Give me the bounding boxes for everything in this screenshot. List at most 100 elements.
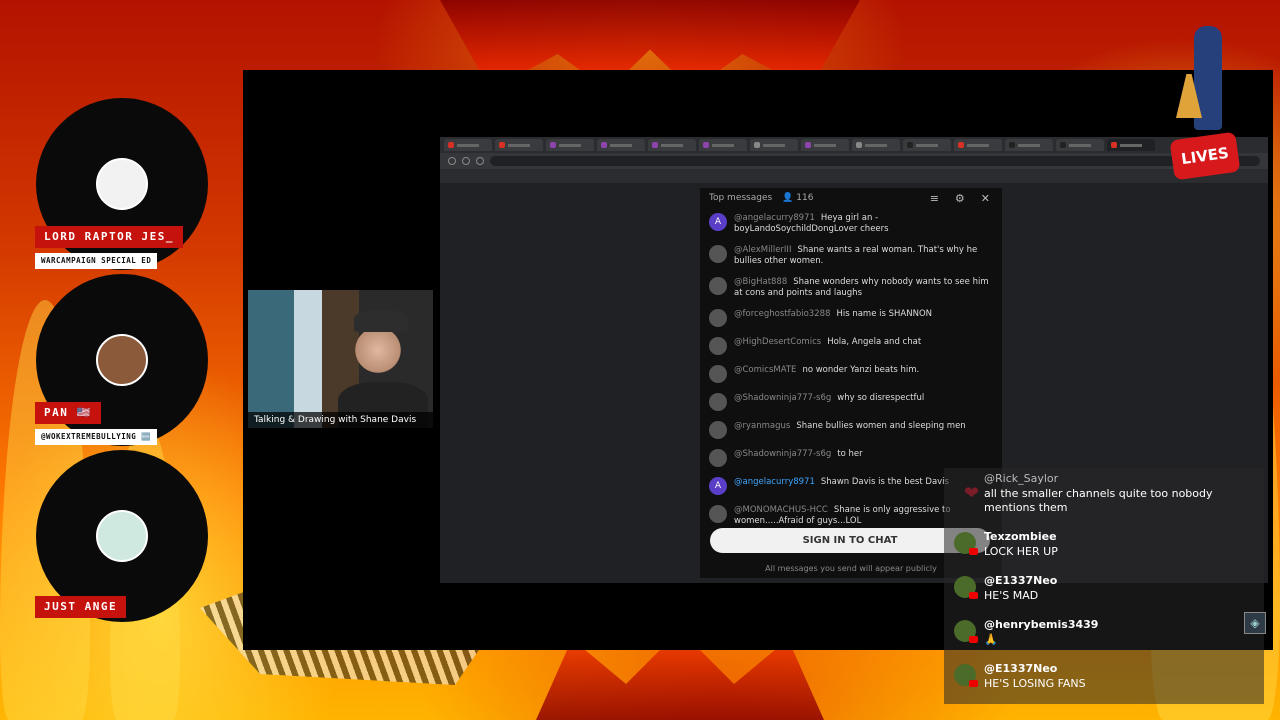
avatar bbox=[96, 334, 148, 386]
chat-author[interactable]: @angelacurry8971 bbox=[734, 477, 815, 487]
browser-tab-strip bbox=[440, 137, 1268, 153]
youtube-icon bbox=[969, 680, 978, 687]
chat-author[interactable]: @angelacurry8971 bbox=[734, 213, 815, 223]
chat-avatar[interactable] bbox=[709, 277, 727, 295]
chat-text: Shawn Davis is the best Davis bbox=[820, 477, 949, 487]
chat-avatar[interactable] bbox=[709, 337, 727, 355]
webcam-person-cap bbox=[354, 310, 408, 332]
youtube-icon bbox=[969, 548, 978, 555]
avatar bbox=[96, 510, 148, 562]
chat-author[interactable]: @ComicsMATE bbox=[734, 365, 796, 375]
chat-message: A @angelacurry8971 Heya girl an -boyLandoS… bbox=[706, 208, 996, 240]
chat-author[interactable]: @BigHat888 bbox=[734, 277, 787, 287]
overlay-chat-text: 🙏 bbox=[984, 633, 998, 646]
guest-nameplate: LORD RAPTOR JES_ bbox=[35, 226, 183, 248]
chat-message: @ryanmagus Shane bullies women and sleepi… bbox=[706, 416, 996, 444]
overlay-chat-text: HE'S LOSING FANS bbox=[984, 677, 1086, 690]
menu-icon[interactable]: ≡ bbox=[930, 192, 939, 205]
overlay-chat-user: Texzombiee bbox=[984, 530, 1057, 543]
guest-nameplate: PAN 🇺🇸 bbox=[35, 402, 101, 424]
chat-message-body: @angelacurry8971 Heya girl an -boyLandoSo… bbox=[734, 213, 993, 235]
chat-header: Top messages 👤 116 ≡ ⚙ ✕ bbox=[700, 188, 1002, 208]
browser-tab[interactable] bbox=[1005, 139, 1053, 151]
guest-subtitle: WARCAMPAIGN SPECIAL ED bbox=[35, 253, 158, 269]
viewer-count-value: 116 bbox=[796, 193, 814, 203]
chat-avatar[interactable] bbox=[709, 393, 727, 411]
chat-avatar[interactable] bbox=[709, 449, 727, 467]
chat-message-body: @AlexMillerIII Shane wants a real woman. … bbox=[734, 245, 993, 267]
address-bar[interactable] bbox=[490, 156, 1260, 166]
viewer-count: 👤 116 bbox=[782, 193, 814, 203]
chat-text: no wonder Yanzi beats him. bbox=[802, 365, 920, 375]
webcam-feed: Talking & Drawing with Shane Davis bbox=[248, 290, 433, 428]
browser-tab[interactable] bbox=[648, 139, 696, 151]
close-icon[interactable]: ✕ bbox=[981, 192, 990, 205]
youtube-icon bbox=[969, 636, 978, 643]
overlay-chat-user: @henrybemis3439 bbox=[984, 618, 1099, 631]
avatar bbox=[96, 158, 148, 210]
chat-text: His name is SHANNON bbox=[836, 309, 933, 319]
overlay-chat-user: @E1337Neo bbox=[984, 662, 1058, 675]
chat-message-body: @ComicsMATE no wonder Yanzi beats him. bbox=[734, 365, 919, 376]
settings-icon[interactable]: ⚙ bbox=[955, 192, 965, 205]
chat-avatar[interactable] bbox=[709, 309, 727, 327]
browser-tab[interactable] bbox=[597, 139, 645, 151]
chat-author[interactable]: @Shadowninja777-s6g bbox=[734, 393, 831, 403]
chat-avatar[interactable] bbox=[709, 505, 727, 523]
overlay-chat-text: LOCK HER UP bbox=[984, 545, 1058, 558]
chat-message-body: @Shadowninja777-s6g why so disrespectful bbox=[734, 393, 924, 404]
guest-subtitle: @WOKEXTREMEBULLYING 🆕 bbox=[35, 429, 158, 445]
chat-author[interactable]: @ryanmagus bbox=[734, 421, 790, 431]
forward-icon[interactable] bbox=[462, 157, 470, 165]
chat-author[interactable]: @HighDesertComics bbox=[734, 337, 821, 347]
overlay-chat-text: all the smaller channels quite too nobod… bbox=[984, 487, 1213, 514]
back-icon[interactable] bbox=[448, 157, 456, 165]
chat-message: @Shadowninja777-s6g why so disrespectful bbox=[706, 388, 996, 416]
chat-message: @ComicsMATE no wonder Yanzi beats him. bbox=[706, 360, 996, 388]
chat-message-body: @forceghostfabio3288 His name is SHANNON bbox=[734, 309, 932, 320]
chat-avatar[interactable] bbox=[709, 421, 727, 439]
youtube-icon bbox=[969, 592, 978, 599]
chat-author[interactable]: @MONOMACHUS-HCC bbox=[734, 505, 828, 515]
chat-avatar[interactable]: A bbox=[709, 213, 727, 231]
chat-author[interactable]: @AlexMillerIII bbox=[734, 245, 791, 255]
chat-text: to her bbox=[837, 449, 863, 459]
chat-text: Hola, Angela and chat bbox=[827, 337, 922, 347]
chat-text: Shane bullies women and sleeping men bbox=[796, 421, 966, 431]
chat-message-body: @BigHat888 Shane wonders why nobody wants… bbox=[734, 277, 993, 299]
chat-message-body: @Shadowninja777-s6g to her bbox=[734, 449, 863, 460]
chat-mode-label[interactable]: Top messages bbox=[709, 193, 772, 203]
chat-avatar[interactable]: A bbox=[709, 477, 727, 495]
overlay-chat-user: @Rick_Saylor bbox=[984, 472, 1059, 485]
broom-mascot-icon bbox=[1176, 14, 1236, 136]
avatar bbox=[954, 576, 978, 599]
chat-avatar[interactable] bbox=[709, 365, 727, 383]
chat-message: @BigHat888 Shane wonders why nobody wants… bbox=[706, 272, 996, 304]
browser-tab-active[interactable] bbox=[1107, 139, 1155, 151]
chat-author[interactable]: @Shadowninja777-s6g bbox=[734, 449, 831, 459]
avatar bbox=[954, 620, 978, 643]
browser-tab[interactable] bbox=[852, 139, 900, 151]
browser-tab[interactable] bbox=[750, 139, 798, 151]
browser-address-row bbox=[440, 153, 1268, 169]
browser-tab[interactable] bbox=[444, 139, 492, 151]
chat-message: @forceghostfabio3288 His name is SHANNON bbox=[706, 304, 996, 332]
browser-tab[interactable] bbox=[495, 139, 543, 151]
browser-tab[interactable] bbox=[954, 139, 1002, 151]
chat-avatar[interactable] bbox=[709, 245, 727, 263]
overlay-chat-text: HE'S MAD bbox=[984, 589, 1039, 602]
browser-tab[interactable] bbox=[903, 139, 951, 151]
chat-message: @AlexMillerIII Shane wants a real woman. … bbox=[706, 240, 996, 272]
chat-text: why so disrespectful bbox=[837, 393, 925, 403]
browser-tab[interactable] bbox=[801, 139, 849, 151]
guest-nameplate: JUST ANGE bbox=[35, 596, 127, 618]
browser-tab[interactable] bbox=[699, 139, 747, 151]
webcam-caption: Talking & Drawing with Shane Davis bbox=[248, 412, 433, 428]
reload-icon[interactable] bbox=[476, 157, 484, 165]
chat-author[interactable]: @forceghostfabio3288 bbox=[734, 309, 830, 319]
browser-tab[interactable] bbox=[1056, 139, 1104, 151]
chat-message-body: @ryanmagus Shane bullies women and sleepi… bbox=[734, 421, 966, 432]
browser-tab[interactable] bbox=[546, 139, 594, 151]
chat-message-body: @HighDesertComics Hola, Angela and chat bbox=[734, 337, 921, 348]
avatar bbox=[954, 532, 978, 555]
